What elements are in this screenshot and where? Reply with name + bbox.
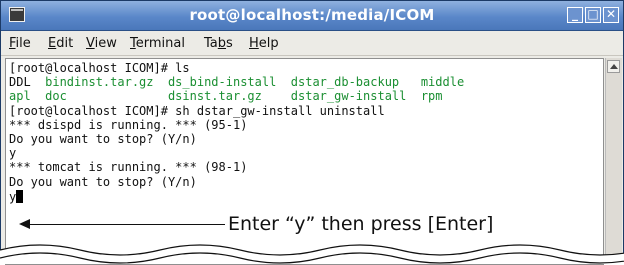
title-bar[interactable]: root@localhost:/media/ICOM _ □ ✕ — [1, 1, 623, 31]
callout-arrow-line — [25, 224, 225, 225]
terminal-line: [root@localhost ICOM]# sh dstar_gw-insta… — [9, 103, 385, 118]
terminal-text: *** tomcat is running. *** (98-1) — [9, 160, 248, 175]
terminal-text: Do you want to stop? (Y/n) — [9, 132, 197, 146]
menu-tabs[interactable]: Tabs — [204, 36, 233, 51]
terminal-line: apl doc dsinst.tar.gz dstar_gw-install r… — [9, 90, 443, 103]
terminal-line: Do you want to stop? (Y/n) — [9, 174, 197, 189]
maximize-button[interactable]: □ — [585, 7, 601, 23]
terminal-text: [root@localhost ICOM]# ls — [9, 61, 190, 75]
menu-help[interactable]: Help — [249, 36, 279, 51]
ls-entry: bindinst.tar.gz ds_bind-install dstar_db… — [30, 75, 465, 90]
terminal-text: [root@localhost ICOM]# sh dstar_gw-insta… — [9, 103, 385, 118]
instruction-callout: Enter “y” then press [Enter] — [228, 213, 494, 235]
scrollbar[interactable] — [605, 58, 622, 263]
menu-bar: File Edit View Terminal Tabs Help — [1, 31, 623, 56]
terminal-text: DDL — [9, 75, 31, 90]
terminal-line: *** dsispd is running. *** (95-1) — [9, 117, 248, 132]
terminal-line: Do you want to stop? (Y/n) — [9, 133, 197, 146]
torn-edge — [0, 244, 624, 264]
terminal-line: DDL bindinst.tar.gz ds_bind-install dsta… — [9, 76, 464, 89]
close-button[interactable]: ✕ — [603, 7, 619, 23]
menu-edit[interactable]: Edit — [48, 36, 73, 51]
scroll-up-arrow-icon[interactable] — [607, 60, 620, 73]
menu-view[interactable]: View — [86, 36, 117, 51]
text-cursor — [16, 189, 24, 203]
terminal-text: *** dsispd is running. *** (95-1) — [9, 117, 248, 132]
terminal-line: y — [9, 147, 16, 160]
menu-file[interactable]: File — [9, 36, 31, 51]
terminal-text: y — [9, 189, 17, 204]
terminal-text: y — [9, 146, 17, 161]
ls-entry: apl doc — [9, 89, 67, 104]
terminal-line: *** tomcat is running. *** (98-1) — [9, 161, 247, 174]
ls-entry: dsinst.tar.gz dstar_gw-install rpm — [167, 89, 443, 104]
terminal-text: Do you want to stop? (Y/n) — [9, 174, 197, 189]
menu-terminal[interactable]: Terminal — [130, 36, 185, 51]
window-title: root@localhost:/media/ICOM — [189, 6, 435, 24]
terminal-line: y — [9, 189, 24, 204]
minimize-button[interactable]: _ — [567, 7, 583, 23]
terminal-line: [root@localhost ICOM]# ls — [9, 62, 190, 75]
